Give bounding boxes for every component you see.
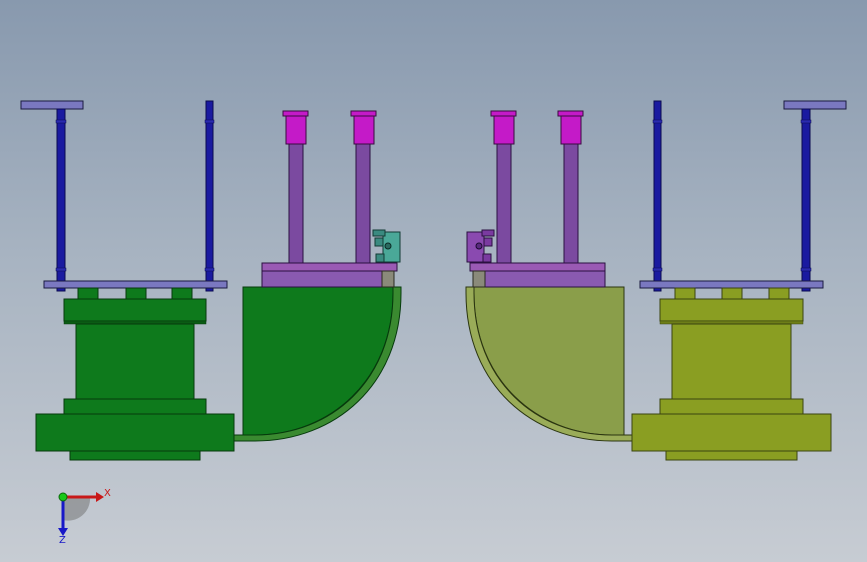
y-axis-dot-icon xyxy=(58,492,68,502)
cad-viewport[interactable]: X Z xyxy=(0,0,867,562)
t-rod-handle xyxy=(20,100,84,110)
left-guide-rod[interactable] xyxy=(204,100,215,292)
left-purple-base[interactable] xyxy=(261,262,398,288)
right-olive-bowl[interactable] xyxy=(465,286,634,442)
magenta-cap-icon xyxy=(350,110,377,117)
right-columns[interactable] xyxy=(490,110,584,264)
left-green-body[interactable] xyxy=(35,298,235,461)
right-t-rod[interactable] xyxy=(783,100,847,292)
left-assembly[interactable] xyxy=(20,100,402,461)
left-studs xyxy=(77,287,193,300)
triad-shadow xyxy=(63,497,91,521)
left-clamp[interactable] xyxy=(372,229,401,263)
left-green-bowl[interactable] xyxy=(233,286,402,442)
left-columns[interactable] xyxy=(282,110,377,264)
axis-triad[interactable]: X Z xyxy=(58,488,111,546)
z-axis-label: Z xyxy=(59,535,66,546)
right-purple-base[interactable] xyxy=(469,262,606,288)
left-t-rod[interactable] xyxy=(20,100,84,292)
magenta-cap-icon xyxy=(282,110,309,117)
right-assembly[interactable] xyxy=(465,100,847,461)
x-arrow-head-icon xyxy=(96,492,104,502)
t-rod-shaft xyxy=(56,108,66,292)
model-scene[interactable]: X Z xyxy=(0,0,867,562)
left-top-plate[interactable] xyxy=(43,280,228,289)
magenta-cap-icon xyxy=(490,110,517,117)
right-clamp[interactable] xyxy=(466,229,495,263)
x-axis-label: X xyxy=(104,488,111,499)
right-olive-body[interactable] xyxy=(631,298,832,461)
right-guide-rod[interactable] xyxy=(652,100,663,292)
magenta-cap-icon xyxy=(557,110,584,117)
right-studs xyxy=(674,287,790,300)
right-top-plate[interactable] xyxy=(639,280,824,289)
